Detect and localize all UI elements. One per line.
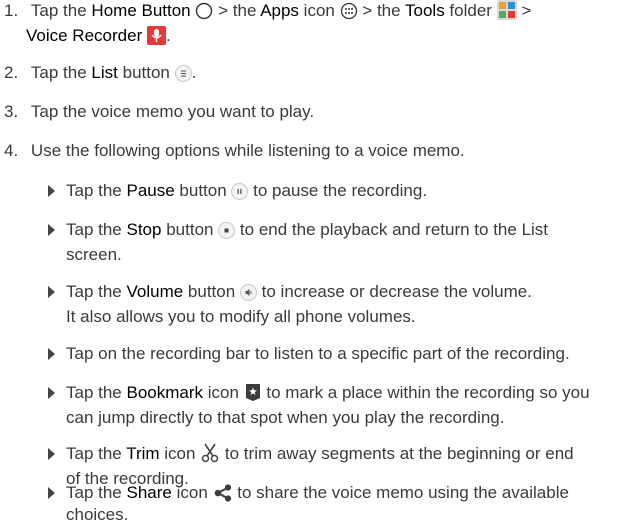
step-2: 2. Tap the List button . [4, 63, 197, 82]
trim-icon [201, 443, 219, 463]
apps-icon [340, 2, 357, 20]
step-3: 3. Tap the voice memo you want to play. [4, 102, 315, 121]
bookmark-label: Bookmark [126, 383, 204, 402]
bullet-stop-line-2: screen. [66, 245, 122, 264]
bullet-recording-bar: Tap on the recording bar to listen to a … [66, 344, 570, 363]
bullet-bookmark-line-2: can jump directly to that spot when you … [66, 408, 505, 427]
volume-label: Volume [126, 282, 184, 301]
pause-label: Pause [126, 181, 175, 200]
stop-button-icon [218, 222, 236, 239]
bullet-marker [48, 348, 55, 360]
bullet-bookmark: Tap the Bookmark icon to mark a place wi… [66, 383, 590, 402]
bullet-marker [48, 387, 55, 399]
tools-folder-icon [496, 0, 517, 20]
step-4: 4. Use the following options while liste… [4, 141, 465, 160]
bullet-marker [48, 286, 55, 298]
bullet-stop: Tap the Stop button to end the playback … [66, 220, 549, 239]
pause-button-icon [231, 183, 249, 200]
step-1-line-2: Voice Recorder . [26, 26, 171, 45]
step-number: 4. [4, 141, 19, 160]
tools-label: Tools [405, 1, 445, 20]
bullet-volume: Tap the Volume button to increase or dec… [66, 282, 532, 301]
list-button-icon [174, 65, 192, 82]
bullet-marker [48, 185, 55, 197]
share-icon [214, 484, 231, 502]
step-number: 3. [4, 102, 19, 121]
step-number: 1. [4, 1, 19, 20]
stop-label: Stop [126, 220, 162, 239]
apps-label: Apps [260, 1, 299, 20]
bookmark-icon [245, 384, 260, 401]
bullet-marker [48, 224, 55, 236]
list-label: List [91, 63, 118, 82]
trim-label: Trim [126, 444, 160, 463]
bullet-trim: Tap the Trim icon to trim away segments … [66, 443, 574, 463]
voice-recorder-label: Voice Recorder [26, 26, 143, 45]
instruction-page: 1. Tap the Home Button > the Apps icon >… [0, 0, 637, 528]
step-number: 2. [4, 63, 19, 82]
bullet-pause: Tap the Pause button to pause the record… [66, 181, 428, 200]
volume-button-icon [239, 284, 257, 301]
home-button-icon [196, 2, 213, 20]
bullet-volume-line-2: It also allows you to modify all phone v… [66, 307, 416, 326]
voice-recorder-icon [146, 26, 166, 45]
bullet-share-line-2: choices. [66, 505, 129, 524]
step-1-line-1: 1. Tap the Home Button > the Apps icon >… [4, 0, 532, 20]
share-label: Share [126, 483, 172, 502]
home-button-label: Home Button [91, 1, 191, 20]
bullet-marker [48, 448, 55, 460]
bullet-marker [48, 487, 55, 499]
bullet-share: Tap the Share icon to share the voice me… [66, 483, 569, 502]
